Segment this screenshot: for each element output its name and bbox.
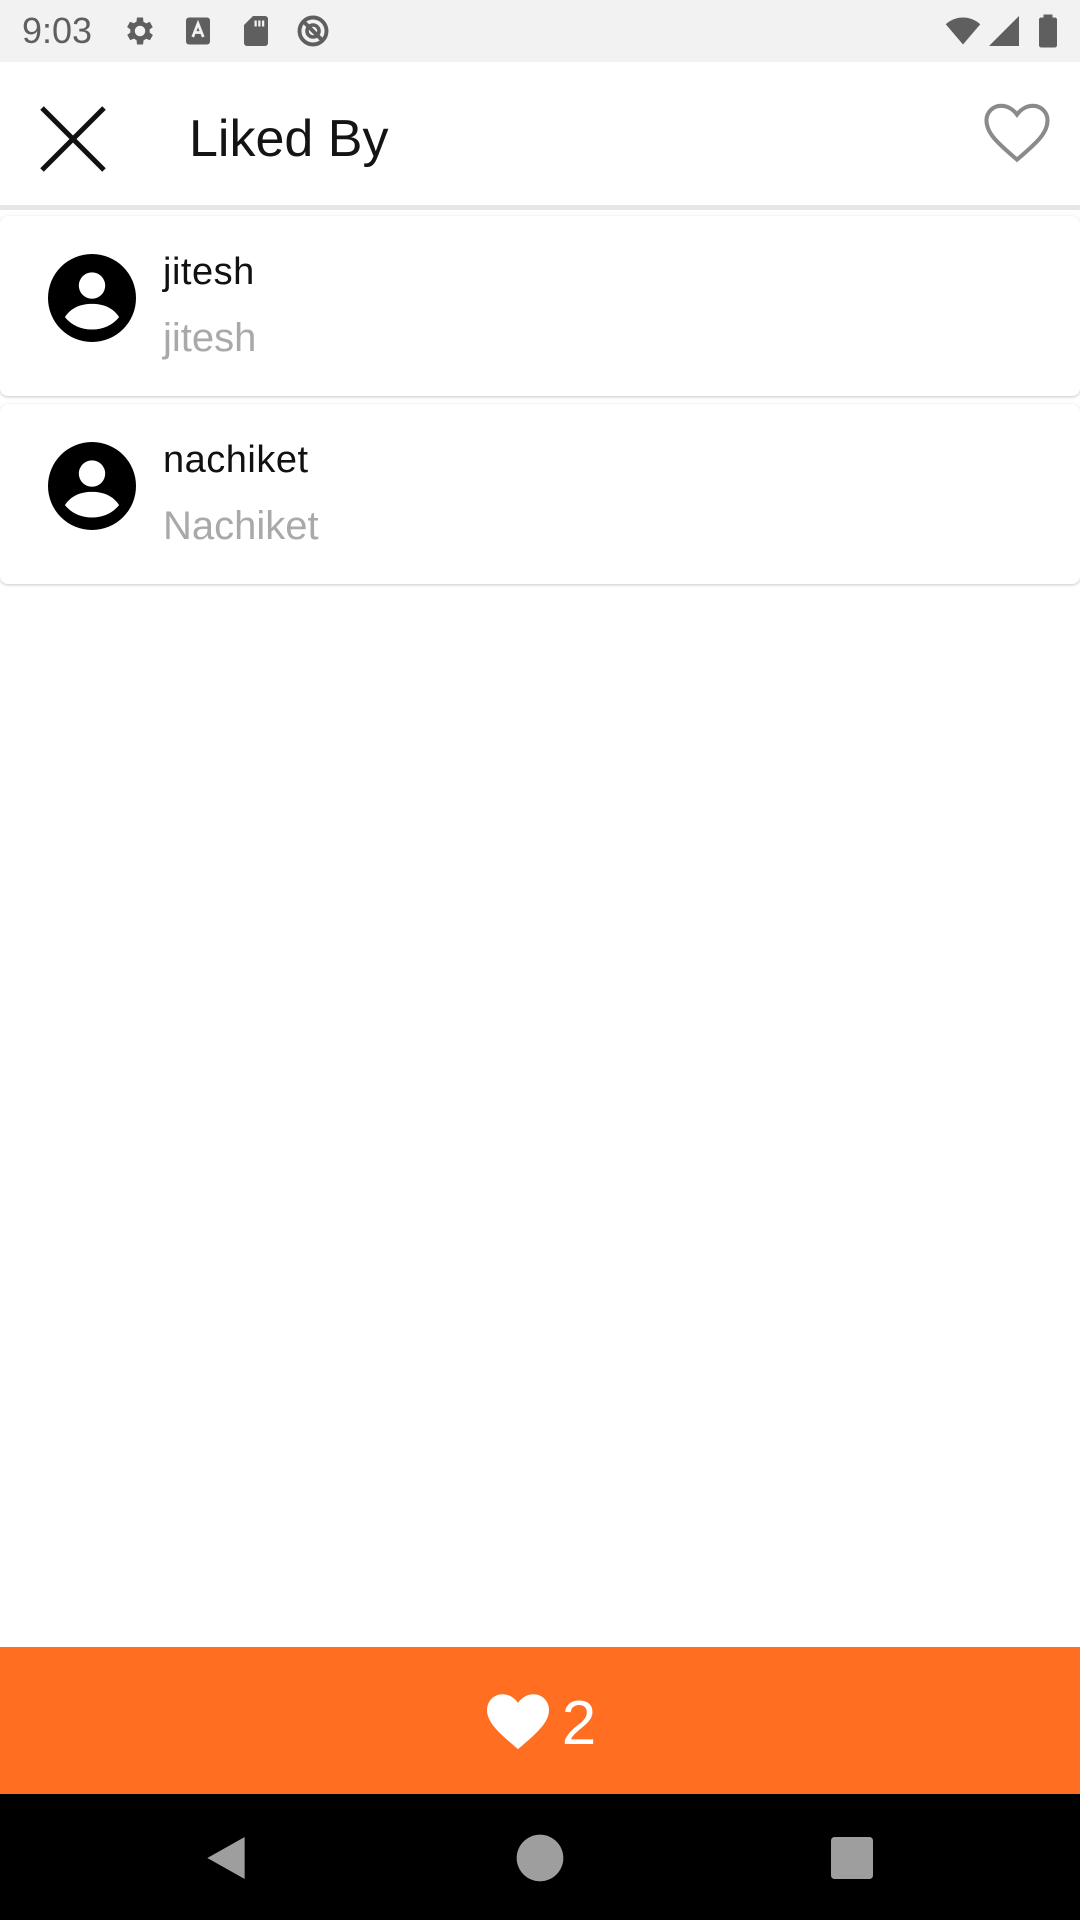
likers-list: jitesh jitesh nachiket Nachiket (0, 216, 1080, 592)
no-tracking-icon (297, 15, 329, 47)
home-icon[interactable] (512, 1830, 568, 1886)
like-bar-content: 2 (484, 1683, 596, 1759)
navigation-bar (0, 1794, 1080, 1920)
heart-outline-icon[interactable] (982, 100, 1052, 164)
like-button[interactable]: 2 (0, 1647, 1080, 1794)
list-item[interactable]: nachiket Nachiket (0, 404, 1080, 584)
username: jitesh (163, 251, 255, 293)
heart-filled-icon (486, 1693, 549, 1749)
status-time: 9:03 (22, 10, 93, 51)
username: nachiket (163, 439, 309, 481)
recents-icon[interactable] (824, 1830, 880, 1886)
like-count: 2 (561, 1688, 597, 1758)
account-circle-icon (48, 254, 136, 342)
close-icon[interactable] (30, 96, 116, 182)
battery-icon (1039, 14, 1057, 48)
app-bar: Liked By (0, 62, 1080, 210)
list-item[interactable]: jitesh jitesh (0, 216, 1080, 396)
settings-icon (127, 17, 153, 45)
wifi-icon (945, 17, 981, 45)
back-icon[interactable] (198, 1830, 254, 1886)
page-title: Liked By (189, 110, 389, 168)
signal-icon (989, 16, 1019, 46)
sd-card-icon (244, 16, 268, 46)
account-circle-icon (48, 442, 136, 530)
full-name: Nachiket (163, 504, 319, 548)
full-name: jitesh (163, 316, 257, 360)
status-bar: 9:03 (0, 0, 1080, 62)
text-a-icon (186, 17, 210, 45)
